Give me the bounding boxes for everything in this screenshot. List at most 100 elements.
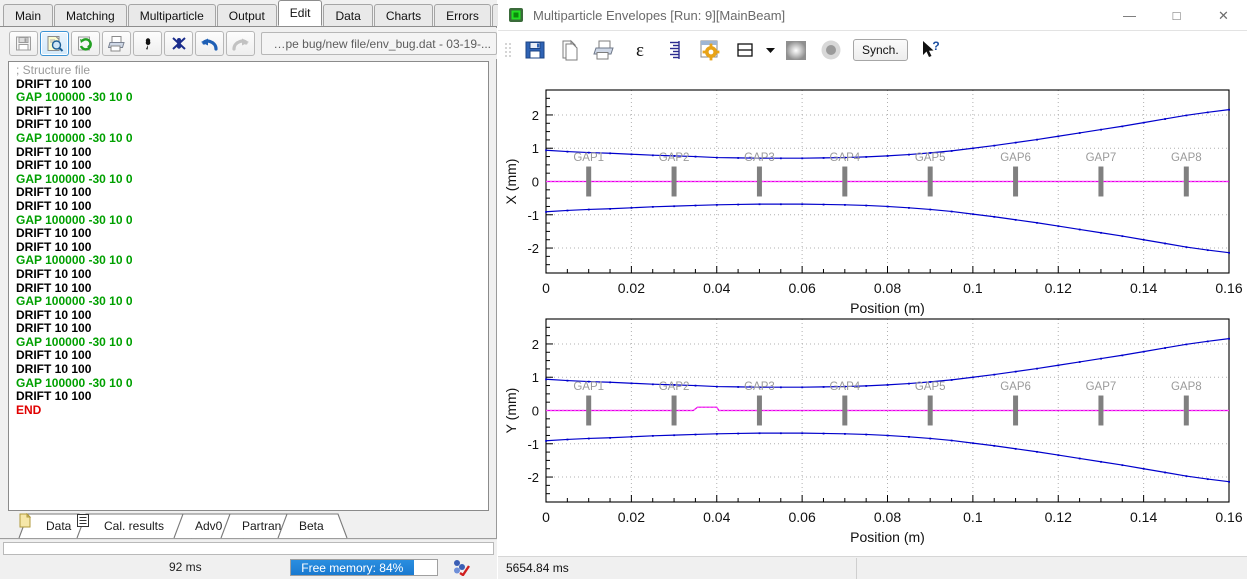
result-tab-label: Data <box>46 518 72 533</box>
main-tab-multiparticle[interactable]: Multiparticle <box>127 4 216 26</box>
synch-button[interactable]: Synch. <box>853 39 908 61</box>
free-memory-fill: Free memory: 84% <box>291 560 414 575</box>
uncomment-lines-button[interactable] <box>164 31 193 56</box>
gap-marker <box>671 166 677 197</box>
editor-line: DRIFT 10 100 <box>16 307 92 322</box>
main-tab-errors[interactable]: Errors <box>434 4 491 26</box>
editor-line: DRIFT 10 100 <box>16 76 92 91</box>
series-marker <box>651 205 654 208</box>
density-plot-button[interactable] <box>778 34 813 66</box>
chart-window-titlebar[interactable]: Multiparticle Envelopes [Run: 9][MainBea… <box>498 0 1247 31</box>
series-marker <box>545 210 547 213</box>
series-marker <box>609 152 612 155</box>
synch-label: Synch. <box>862 43 899 57</box>
file-path-field[interactable]: ...-03-19 - Envelope bug/new file/env_bu… <box>261 32 497 55</box>
toolbar-grip-icon <box>505 43 511 57</box>
solid-dot-button[interactable] <box>813 34 848 66</box>
structure-file-editor[interactable]: ; Structure file DRIFT 10 100 GAP 100000 -… <box>8 61 489 511</box>
series-marker <box>1100 128 1102 131</box>
editor-line: GAP 100000 -30 10 0 <box>16 130 133 145</box>
help-pointer-icon: ? <box>923 39 940 57</box>
split-view-icon <box>736 43 753 57</box>
envelope-chart-x[interactable]: -2 -1 0 1 2 0 0.02 0.04 0.06 0.08 0.1 0.12 0.14 0.16 P… <box>498 69 1247 556</box>
preview-button[interactable] <box>40 31 69 56</box>
gap-marker <box>1013 166 1019 197</box>
chart-settings-button[interactable] <box>692 34 727 66</box>
split-view-button[interactable] <box>727 34 762 66</box>
uncomment-icon <box>171 37 186 50</box>
x-tick-label: 0.1 <box>963 280 983 296</box>
series-marker <box>1121 235 1124 238</box>
redo-icon <box>232 38 249 51</box>
minimize-button[interactable]: — <box>1106 0 1153 31</box>
series-marker <box>1206 111 1209 114</box>
series-marker <box>908 206 910 209</box>
series-marker <box>737 203 740 206</box>
gap-label: GAP2 <box>659 152 690 164</box>
editor-line: DRIFT 10 100 <box>16 198 92 213</box>
document-icon <box>19 513 32 528</box>
epsilon-icon: ε <box>636 40 644 61</box>
series-marker <box>1121 125 1124 128</box>
series-marker <box>630 153 633 156</box>
result-tab-label: Cal. results <box>104 518 165 533</box>
split-view-dropdown-button[interactable] <box>762 35 778 65</box>
undo-button[interactable] <box>195 31 224 56</box>
processes-icon[interactable] <box>452 559 470 576</box>
gap-marker <box>1098 166 1104 197</box>
tracewin-main-panel: Main Matching Multiparticle Output Edit Data C… <box>0 0 531 579</box>
main-status-bar: 92 ms Free memory: 84% <box>0 556 497 579</box>
main-tab-edit[interactable]: Edit <box>277 0 323 26</box>
editor-line: END <box>16 402 42 417</box>
series-marker <box>1078 132 1081 134</box>
tracewin-app-icon <box>509 8 523 22</box>
series-marker <box>1164 118 1166 120</box>
series-marker <box>1014 218 1017 221</box>
series-marker <box>972 213 974 216</box>
main-tab-charts[interactable]: Charts <box>373 4 434 26</box>
chart-print-button[interactable] <box>587 34 622 66</box>
scale-ruler-button[interactable] <box>657 34 692 66</box>
series-marker <box>886 155 889 157</box>
reload-button[interactable] <box>71 31 100 56</box>
editor-line: GAP 100000 -30 10 0 <box>16 90 133 105</box>
main-tab-matching[interactable]: Matching <box>54 4 127 26</box>
redo-button[interactable] <box>226 31 255 56</box>
main-tab-data[interactable]: Data <box>323 4 373 26</box>
series-marker <box>609 207 612 210</box>
series-marker <box>801 203 804 206</box>
series-marker <box>1014 141 1017 144</box>
print-button[interactable] <box>102 31 131 56</box>
x-axis-label: Position (m) <box>850 300 925 316</box>
series-marker <box>1036 138 1038 141</box>
main-tab-output[interactable]: Output <box>216 4 277 26</box>
series-marker <box>694 155 697 158</box>
status-divider <box>856 558 857 579</box>
editor-line: DRIFT 10 100 <box>16 266 92 281</box>
window-controls: — □ ✕ <box>1106 0 1247 31</box>
editor-line: DRIFT 10 100 <box>16 117 92 132</box>
series-marker <box>844 203 846 206</box>
chart-save-button[interactable] <box>517 34 552 66</box>
maximize-button[interactable]: □ <box>1153 0 1200 31</box>
result-tab-beta[interactable]: Beta <box>277 513 369 539</box>
editor-code-lines: ; Structure file DRIFT 10 100 GAP 100000 -… <box>9 62 488 417</box>
comment-lines-button[interactable] <box>133 31 162 56</box>
close-button[interactable]: ✕ <box>1200 0 1247 31</box>
result-tab-label: Beta <box>299 518 324 533</box>
editor-line: DRIFT 10 100 <box>16 103 92 118</box>
print-icon <box>593 40 614 60</box>
editor-line: GAP 100000 -30 10 0 <box>16 212 133 227</box>
series-marker <box>545 149 547 152</box>
result-tab-bar: Data Cal. results Adv0 Partran Beta <box>0 513 497 539</box>
save-button[interactable] <box>9 31 38 56</box>
context-help-button[interactable]: ? <box>914 34 949 66</box>
series-marker <box>1164 242 1166 245</box>
main-tab-main[interactable]: Main <box>3 4 54 26</box>
emittance-button[interactable]: ε <box>622 34 657 66</box>
edit-toolbar: ...-03-19 - Envelope bug/new file/env_bu… <box>0 28 497 59</box>
series-marker <box>801 157 804 160</box>
chart-copy-button[interactable] <box>552 34 587 66</box>
editor-line: DRIFT 10 100 <box>16 321 92 336</box>
gap-label: GAP6 <box>1000 152 1031 164</box>
